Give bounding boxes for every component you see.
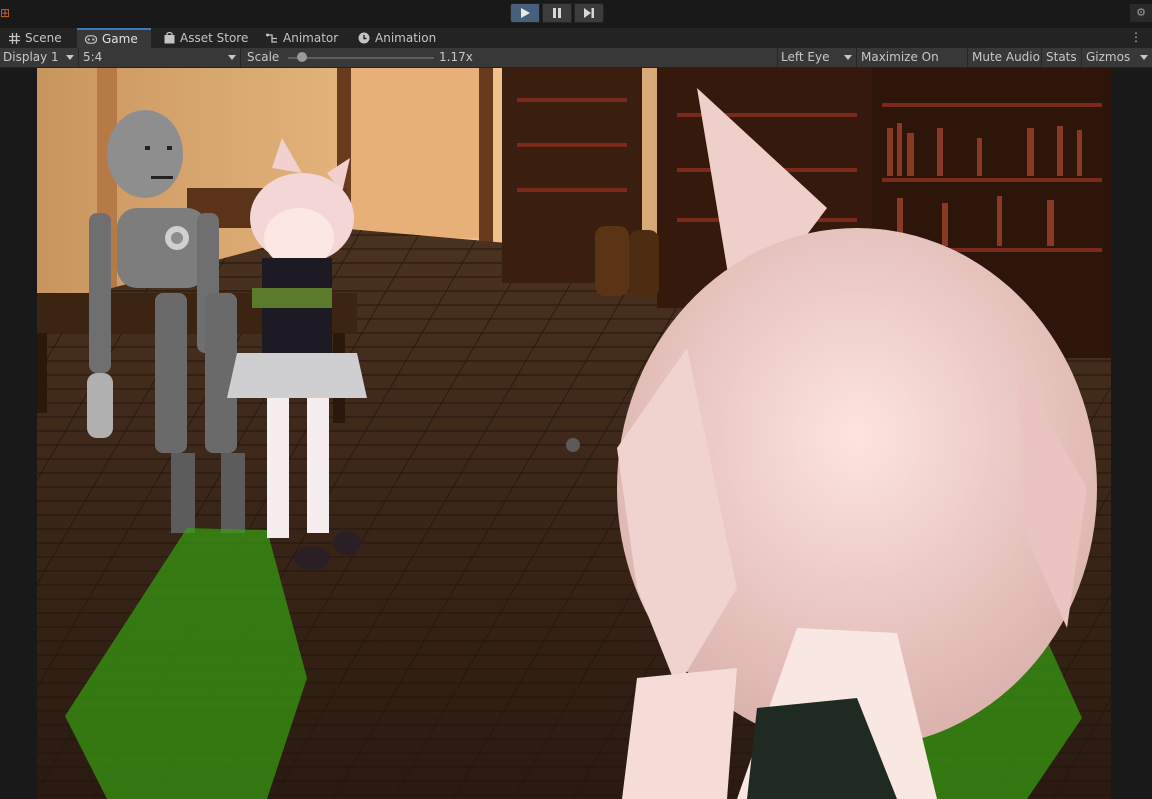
- chevron-down-icon: [228, 55, 236, 60]
- aspect-value: 5:4: [83, 50, 103, 64]
- tab-animation[interactable]: Animation: [350, 28, 444, 48]
- gizmos-label: Gizmos: [1086, 50, 1131, 64]
- animator-icon: [266, 32, 278, 44]
- play-icon: [521, 8, 530, 18]
- game-render-image: [37, 68, 1111, 799]
- unity-logo-icon: ⊞: [0, 6, 11, 20]
- tab-scene-label: Scene: [25, 31, 62, 45]
- play-button[interactable]: [510, 3, 540, 23]
- step-button[interactable]: [574, 3, 604, 23]
- bag-icon: [163, 32, 175, 44]
- step-icon: [584, 8, 594, 18]
- mute-audio-toggle[interactable]: Mute Audio: [969, 48, 1042, 67]
- gizmos-dropdown[interactable]: Gizmos: [1083, 48, 1152, 67]
- tab-game-label: Game: [102, 32, 138, 46]
- chevron-down-icon: [66, 55, 74, 60]
- tab-scene[interactable]: Scene: [0, 28, 70, 48]
- stats-toggle[interactable]: Stats: [1043, 48, 1082, 67]
- aspect-dropdown[interactable]: 5:4: [80, 48, 241, 67]
- game-viewport[interactable]: [0, 68, 1152, 799]
- clock-icon: [358, 32, 370, 44]
- scale-value: 1.17x: [439, 50, 473, 64]
- game-view-toolbar: Display 1 5:4 Scale 1.17x Left Eye Maxim…: [0, 48, 1152, 83]
- gamepad-icon: [85, 33, 97, 45]
- top-toolbar: ⊞ ⚙: [0, 0, 1152, 27]
- tab-animation-label: Animation: [375, 31, 437, 45]
- scale-label: Scale: [247, 50, 280, 64]
- settings-gear-icon[interactable]: ⚙: [1130, 4, 1152, 22]
- tab-animator-label: Animator: [283, 31, 339, 45]
- eye-dropdown[interactable]: Left Eye: [777, 48, 857, 67]
- kebab-menu-icon[interactable]: ⋮: [1130, 30, 1142, 44]
- chevron-down-icon: [1140, 55, 1148, 60]
- grid-icon: [8, 32, 20, 44]
- pause-icon: [553, 8, 561, 18]
- display-value: Display 1: [3, 50, 59, 64]
- chevron-down-icon: [844, 55, 852, 60]
- tab-asset-store[interactable]: Asset Store: [155, 28, 256, 48]
- tab-asset-store-label: Asset Store: [180, 31, 249, 45]
- reticle-icon: [566, 438, 580, 452]
- tab-animator[interactable]: Animator: [258, 28, 346, 48]
- editor-tab-bar: Scene Game Asset Store Animator Animatio…: [0, 28, 1152, 48]
- scale-slider-track[interactable]: [288, 57, 434, 59]
- maximize-on-play-toggle[interactable]: Maximize On Play: [858, 48, 968, 83]
- eye-value: Left Eye: [781, 50, 830, 64]
- tab-game[interactable]: Game: [77, 28, 151, 48]
- display-dropdown[interactable]: Display 1: [0, 48, 79, 67]
- scale-slider-thumb[interactable]: [297, 52, 307, 62]
- pause-button[interactable]: [542, 3, 572, 23]
